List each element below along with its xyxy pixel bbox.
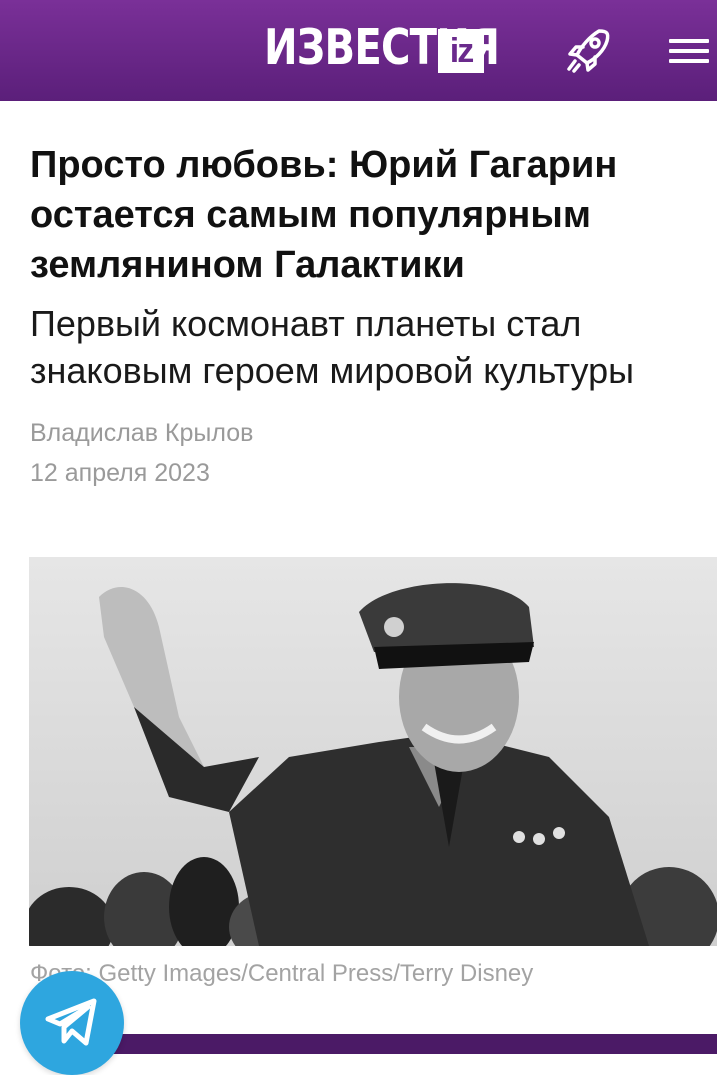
logo-badge[interactable]: iz: [438, 29, 484, 73]
article-photo: [29, 557, 717, 946]
article-date: 12 апреля 2023: [30, 459, 210, 487]
rocket-icon[interactable]: [563, 25, 613, 75]
article-title: Просто любовь: Юрий Гагарин остается сам…: [30, 144, 618, 286]
bottom-bar: [95, 1034, 717, 1054]
telegram-share-button[interactable]: [20, 971, 124, 1075]
menu-icon[interactable]: [667, 35, 711, 67]
telegram-icon: [45, 998, 97, 1046]
site-header: ИЗВЕСТИЯ iz: [0, 0, 717, 101]
article-author[interactable]: Владислав Крылов: [30, 416, 253, 450]
article-subtitle: Первый космонавт планеты стал знаковым г…: [30, 303, 634, 391]
